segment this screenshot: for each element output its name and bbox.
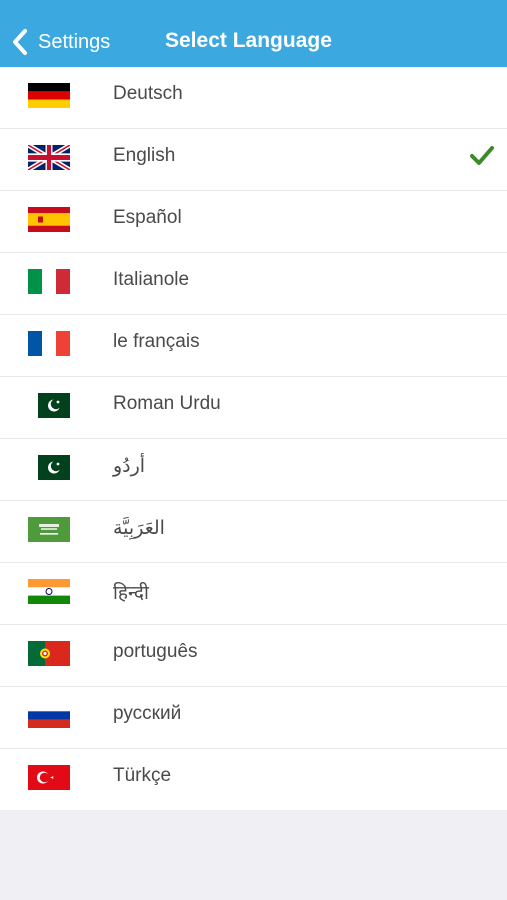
language-label: português [113, 641, 198, 662]
language-label: русский [113, 703, 182, 724]
language-label: हिन्दी [113, 583, 149, 604]
india-flag-icon [28, 579, 70, 604]
language-label: Italianole [113, 269, 190, 290]
language-row-espanol[interactable]: Español [0, 191, 507, 253]
language-row-deutsch[interactable]: Deutsch [0, 67, 507, 129]
turkey-flag-icon [28, 765, 70, 790]
language-label: العَرَبِيَّة [113, 518, 165, 539]
language-label: English [113, 145, 176, 166]
language-label: le français [113, 331, 200, 352]
language-row-russian[interactable]: русский [0, 687, 507, 749]
language-row-roman-urdu[interactable]: Roman Urdu [0, 377, 507, 439]
saudi-arabia-flag-icon [28, 517, 70, 542]
language-row-portugues[interactable]: português [0, 625, 507, 687]
language-row-hindi[interactable]: हिन्दी [0, 563, 507, 625]
language-list: Deutsch English Español Italianole le fr… [0, 67, 507, 810]
page-title: Select Language [165, 29, 332, 52]
germany-flag-icon [28, 83, 70, 108]
language-label: Deutsch [113, 83, 183, 104]
language-label: Español [113, 207, 182, 228]
language-row-italiano[interactable]: Italianole [0, 253, 507, 315]
pakistan-flag-icon [28, 455, 70, 480]
back-button[interactable]: Settings [10, 24, 110, 60]
language-row-urdu[interactable]: أردُو [0, 439, 507, 501]
spain-flag-icon [28, 207, 70, 232]
language-row-arabic[interactable]: العَرَبِيَّة [0, 501, 507, 563]
portugal-flag-icon [28, 641, 70, 666]
uk-flag-icon [28, 145, 70, 170]
language-row-francais[interactable]: le français [0, 315, 507, 377]
pakistan-flag-icon [28, 393, 70, 418]
france-flag-icon [28, 331, 70, 356]
back-button-label: Settings [38, 30, 111, 53]
language-row-english[interactable]: English [0, 129, 507, 191]
checkmark-icon [469, 143, 495, 169]
navigation-bar: Settings Select Language [0, 0, 507, 67]
italy-flag-icon [28, 269, 70, 294]
language-label: أردُو [113, 456, 146, 477]
language-label: Roman Urdu [113, 393, 221, 414]
chevron-left-icon [13, 29, 27, 55]
language-row-turkce[interactable]: Türkçe [0, 749, 507, 810]
russia-flag-icon [28, 703, 70, 728]
language-label: Türkçe [113, 765, 172, 786]
